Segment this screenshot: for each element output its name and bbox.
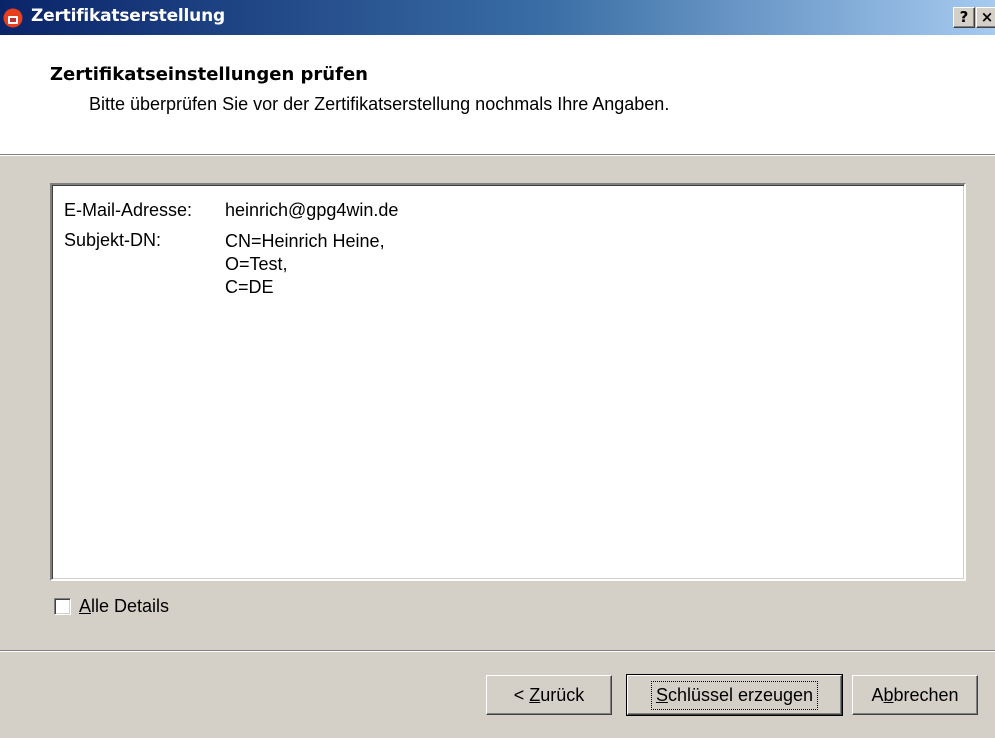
email-value: heinrich@gpg4win.de xyxy=(225,200,399,220)
cancel-button[interactable]: Ab brechen xyxy=(852,675,978,715)
subject-dn-label: Subjekt-DN: xyxy=(64,230,162,250)
close-icon: × xyxy=(980,8,994,26)
focus-rect: Schlüssel erzeugen xyxy=(650,680,819,710)
subject-dn-line: CN=Heinrich Heine, xyxy=(225,231,385,251)
close-button[interactable]: × xyxy=(976,7,995,28)
all-details-checkbox[interactable] xyxy=(54,598,71,615)
header-divider xyxy=(0,154,995,156)
subject-dn-line: C=DE xyxy=(225,277,274,297)
subject-dn-value: CN=Heinrich Heine, O=Test, C=DE xyxy=(225,230,385,299)
all-details-label[interactable]: Alle Details xyxy=(79,596,169,617)
back-button[interactable]: < Zurück xyxy=(486,675,612,715)
subject-dn-line: O=Test, xyxy=(225,254,288,274)
title-bar[interactable]: Zertifikatserstellung ? × xyxy=(0,0,995,35)
create-key-button[interactable]: Schlüssel erzeugen xyxy=(626,674,843,716)
footer-divider xyxy=(0,650,995,652)
help-button[interactable]: ? xyxy=(953,7,975,28)
page-title: Zertifikatseinstellungen prüfen xyxy=(50,64,368,85)
certificate-summary-box[interactable]: E-Mail-Adresse: heinrich@gpg4win.de Subj… xyxy=(50,183,966,581)
wizard-header: Zertifikatseinstellungen prüfen Bitte üb… xyxy=(0,35,995,154)
window-title: Zertifikatserstellung xyxy=(31,6,225,26)
email-label: E-Mail-Adresse: xyxy=(64,200,193,220)
certificate-app-icon xyxy=(3,8,23,28)
page-subtitle: Bitte überprüfen Sie vor der Zertifikats… xyxy=(89,94,670,114)
all-details-option[interactable]: Alle Details xyxy=(54,596,169,617)
